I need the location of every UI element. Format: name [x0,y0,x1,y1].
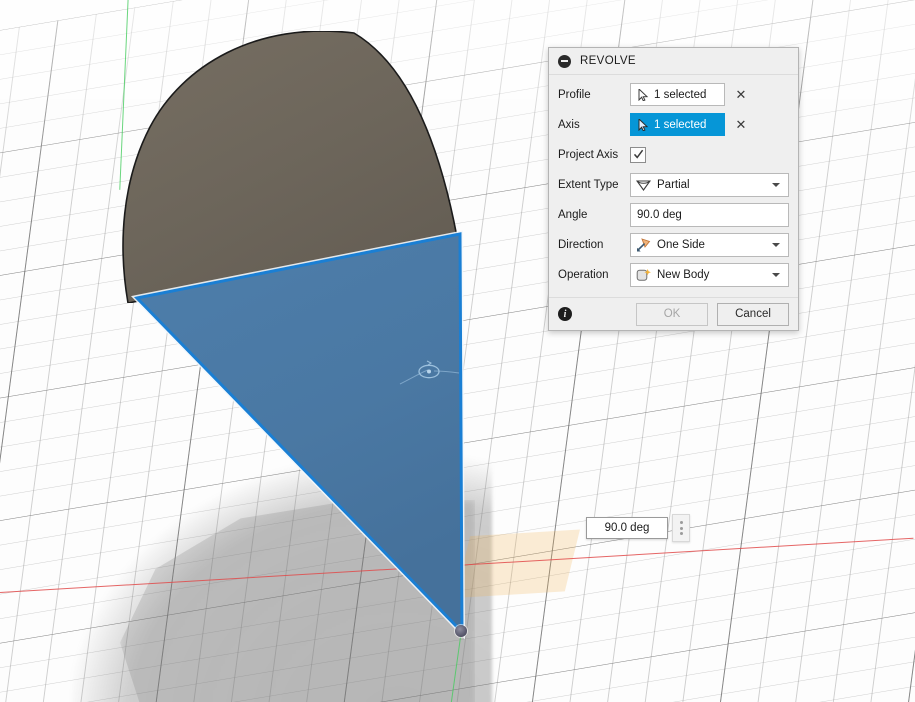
collapse-icon[interactable] [558,54,571,68]
profile-clear-icon[interactable]: ✕ [734,88,748,102]
cursor-icon [638,118,649,131]
cone-wedge-icon [636,179,651,191]
axis-selection-button[interactable]: 1 selected [630,113,725,136]
rotation-handle-icon[interactable] [398,358,460,390]
info-icon[interactable]: i [558,307,572,321]
chevron-down-icon[interactable] [772,182,780,187]
project-axis-checkbox[interactable] [630,146,646,163]
ok-button[interactable]: OK [636,302,708,326]
profile-label: Profile [558,88,591,101]
row-angle: Angle 90.0 deg [549,202,798,227]
axis-selection-value: 1 selected [654,118,707,131]
dot [679,526,683,530]
angle-input[interactable]: 90.0 deg [630,202,789,227]
checkmark-icon [633,149,643,159]
new-body-icon [636,268,651,281]
manipulator-menu-icon[interactable] [672,514,690,542]
extent-type-value: Partial [657,178,690,191]
dialog-footer: i OK Cancel [549,297,798,330]
revolve-dialog[interactable]: REVOLVE Profile 1 selected ✕ Axis 1 sele… [548,47,799,331]
angle-label: Angle [558,208,588,221]
project-axis-label: Project Axis [558,148,619,161]
dialog-title: REVOLVE [580,55,636,67]
footer-buttons: OK Cancel [636,302,789,326]
direction-value: One Side [657,238,705,251]
direction-label: Direction [558,238,604,251]
chevron-down-icon[interactable] [772,242,780,247]
axis-label: Axis [558,118,580,131]
dialog-title-bar[interactable]: REVOLVE [549,48,798,75]
extent-type-label: Extent Type [558,178,619,191]
cursor-icon [638,88,649,101]
chevron-down-icon[interactable] [772,272,780,277]
profile-selection-value: 1 selected [654,88,707,101]
one-side-arrow-icon [637,237,651,251]
row-project-axis: Project Axis [549,142,798,167]
extent-type-dropdown[interactable]: Partial [630,172,789,197]
axis-clear-icon[interactable]: ✕ [734,118,748,132]
angle-manipulator[interactable]: 90.0 deg [586,514,690,542]
direction-dropdown[interactable]: One Side [630,232,789,257]
angle-manipulator-input[interactable]: 90.0 deg [586,517,668,539]
row-direction: Direction One Side [549,232,798,257]
operation-label: Operation [558,268,609,281]
selected-profile-face[interactable] [128,228,472,640]
dialog-body: Profile 1 selected ✕ Axis 1 selected ✕ P… [549,75,798,297]
row-axis: Axis 1 selected ✕ [549,112,798,137]
dot [679,521,683,524]
origin-point[interactable] [455,625,467,637]
dot [679,532,683,535]
row-profile: Profile 1 selected ✕ [549,82,798,107]
cancel-button[interactable]: Cancel [717,302,789,326]
operation-value: New Body [657,268,710,281]
profile-selection-button[interactable]: 1 selected [630,83,725,106]
row-extent-type: Extent Type Partial [549,172,798,197]
row-operation: Operation New Body [549,262,798,287]
operation-dropdown[interactable]: New Body [630,262,789,287]
